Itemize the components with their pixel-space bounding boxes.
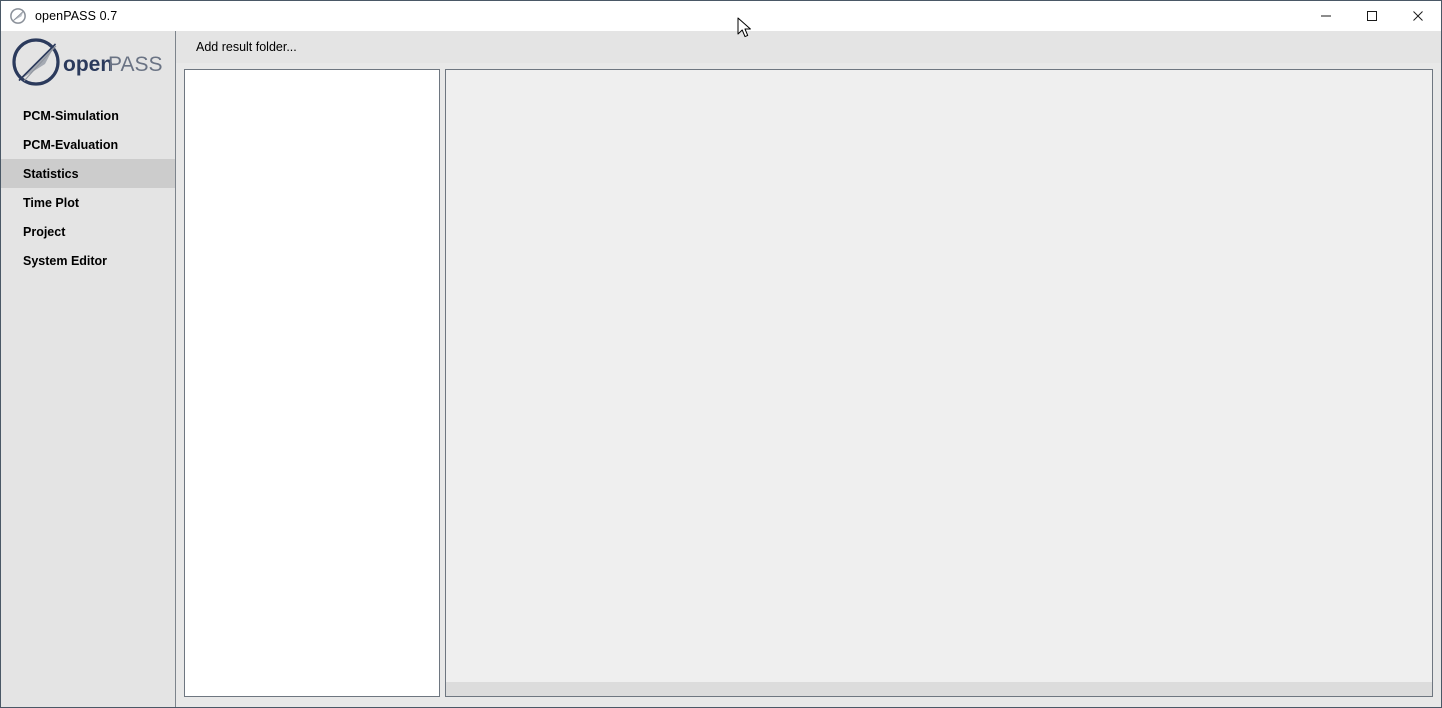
application-window: openPASS 0.7 open PASS PCM-Simulation PC… bbox=[0, 0, 1442, 708]
sidebar-item-label: Statistics bbox=[23, 166, 79, 181]
close-icon bbox=[1413, 11, 1423, 21]
main-area: Add result folder... bbox=[176, 31, 1441, 707]
sidebar-item-label: Time Plot bbox=[23, 195, 80, 210]
sidebar-item-pcm-evaluation[interactable]: PCM-Evaluation bbox=[1, 130, 175, 159]
panels-container bbox=[176, 63, 1441, 707]
window-body: open PASS PCM-Simulation PCM-Evaluation … bbox=[1, 31, 1441, 707]
statistics-content-panel bbox=[445, 69, 1433, 697]
logo-text-pass: PASS bbox=[108, 53, 162, 76]
sidebar-item-label: System Editor bbox=[23, 253, 108, 268]
title-bar: openPASS 0.7 bbox=[1, 1, 1441, 31]
result-folder-list[interactable] bbox=[184, 69, 440, 697]
minimize-button[interactable] bbox=[1303, 1, 1349, 31]
sidebar-item-time-plot[interactable]: Time Plot bbox=[1, 188, 175, 217]
add-result-folder-button[interactable]: Add result folder... bbox=[192, 38, 301, 56]
sidebar: open PASS PCM-Simulation PCM-Evaluation … bbox=[1, 31, 176, 707]
openpass-logo-icon bbox=[10, 8, 26, 24]
sidebar-item-system-editor[interactable]: System Editor bbox=[1, 246, 175, 275]
toolbar: Add result folder... bbox=[176, 31, 1441, 63]
sidebar-nav: PCM-Simulation PCM-Evaluation Statistics… bbox=[1, 93, 175, 275]
statistics-viewport[interactable] bbox=[446, 70, 1432, 682]
sidebar-item-statistics[interactable]: Statistics bbox=[1, 159, 175, 188]
close-button[interactable] bbox=[1395, 1, 1441, 31]
maximize-button[interactable] bbox=[1349, 1, 1395, 31]
maximize-icon bbox=[1367, 11, 1377, 21]
sidebar-item-label: PCM-Evaluation bbox=[23, 137, 119, 152]
sidebar-item-label: PCM-Simulation bbox=[23, 108, 119, 123]
window-title: openPASS 0.7 bbox=[35, 9, 118, 23]
sidebar-item-project[interactable]: Project bbox=[1, 217, 175, 246]
sidebar-logo: open PASS bbox=[1, 31, 175, 93]
minimize-icon bbox=[1321, 15, 1331, 17]
sidebar-item-label: Project bbox=[23, 224, 66, 239]
horizontal-scrollbar[interactable] bbox=[446, 682, 1432, 696]
sidebar-item-pcm-simulation[interactable]: PCM-Simulation bbox=[1, 101, 175, 130]
window-controls bbox=[1303, 1, 1441, 31]
logo-text-open: open bbox=[63, 53, 113, 76]
openpass-circle-swoosh-icon: open PASS bbox=[12, 38, 162, 86]
